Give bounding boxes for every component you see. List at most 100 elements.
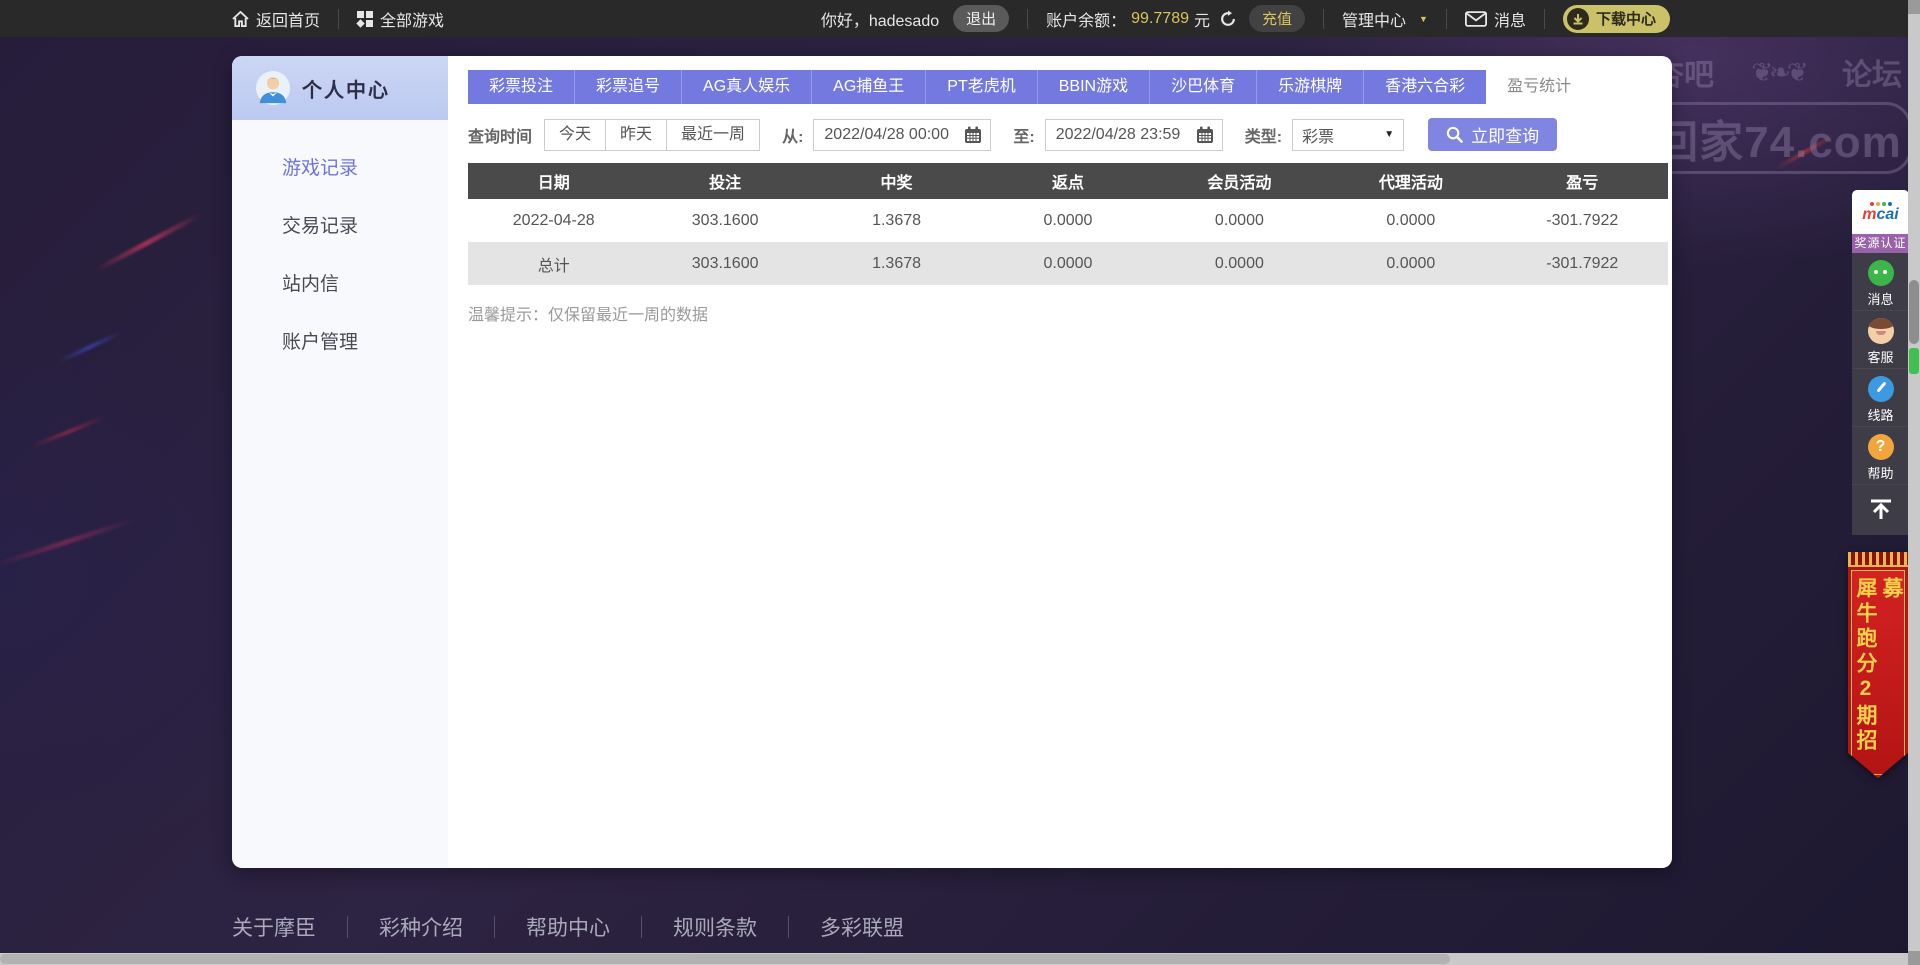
recharge-button[interactable]: 充值 xyxy=(1249,5,1306,32)
quick-range-group: 今天 昨天 最近一周 xyxy=(544,118,761,151)
sidebar: 个人中心 游戏记录 交易记录 站内信 账户管理 xyxy=(232,56,448,868)
customer-service-icon xyxy=(1867,318,1894,344)
type-select[interactable]: 彩票 ▼ xyxy=(1292,118,1405,151)
cell-date: 2022-04-28 xyxy=(468,199,640,242)
vertical-scrollbar-thumb[interactable] xyxy=(1909,280,1919,344)
content-area: 彩票投注 彩票追号 AG真人娱乐 AG捕鱼王 PT老虎机 BBIN游戏 沙巴体育… xyxy=(448,56,1672,868)
refresh-balance-icon[interactable] xyxy=(1219,9,1237,28)
col-header-agent-activity: 代理活动 xyxy=(1325,163,1497,199)
footer-nav: 关于摩臣 彩种介绍 帮助中心 规则条款 多彩联盟 xyxy=(232,912,904,942)
sidebar-item-game-records[interactable]: 游戏记录 xyxy=(232,140,448,198)
tab-saba-sports[interactable]: 沙巴体育 xyxy=(1149,70,1257,104)
chevron-down-icon: ▼ xyxy=(1384,129,1395,140)
calendar-icon xyxy=(965,126,982,143)
footer-divider xyxy=(641,916,642,938)
home-label: 返回首页 xyxy=(256,12,321,30)
tab-leyou-chess[interactable]: 乐游棋牌 xyxy=(1256,70,1364,104)
rail-item-messages[interactable]: 消息 xyxy=(1852,253,1909,311)
balance-value: 99.7789 xyxy=(1131,9,1189,27)
col-header-date: 日期 xyxy=(468,163,640,199)
range-last-week-button[interactable]: 最近一周 xyxy=(666,119,759,150)
cell-agent-activity: 0.0000 xyxy=(1325,199,1497,242)
search-button[interactable]: 立即查询 xyxy=(1428,118,1558,151)
rail-item-lines[interactable]: 线路 xyxy=(1852,369,1909,427)
messages-link[interactable]: 消息 xyxy=(1464,7,1526,31)
scroll-up-arrow[interactable] xyxy=(1908,0,1920,14)
banner-body: 犀牛跑分2期招募 xyxy=(1848,567,1908,778)
col-header-win: 中奖 xyxy=(810,163,983,199)
col-header-profit-loss: 盈亏 xyxy=(1496,163,1668,199)
tab-profit-loss-stats[interactable]: 盈亏统计 xyxy=(1486,70,1593,104)
topbar: 返回首页 全部游戏 你好，hadesado 退出 账户余额： 99.7789 元… xyxy=(0,0,1920,37)
table-row-total: 总计 303.1600 1.3678 0.0000 0.0000 0.0000 … xyxy=(468,242,1668,285)
mail-icon xyxy=(1464,10,1487,27)
decor-streak xyxy=(93,212,203,273)
all-games-label: 全部游戏 xyxy=(380,12,445,30)
rail-stack: 消息 客服 线路 ? 帮助 xyxy=(1852,253,1909,535)
query-toolbar: 查询时间 今天 昨天 最近一周 从: 2022/04/28 00:00 至: 2… xyxy=(468,118,1672,151)
to-date-input[interactable]: 2022/04/28 23:59 xyxy=(1044,118,1223,151)
tab-ag-fishing[interactable]: AG捕鱼王 xyxy=(811,70,926,104)
home-link[interactable]: 返回首页 xyxy=(232,7,320,31)
all-games-link[interactable]: 全部游戏 xyxy=(356,7,445,31)
tab-lottery-chase[interactable]: 彩票追号 xyxy=(574,70,682,104)
tab-lottery-bets[interactable]: 彩票投注 xyxy=(468,70,575,104)
type-select-value: 彩票 xyxy=(1302,128,1335,146)
admin-center-label: 管理中心 xyxy=(1342,12,1407,30)
cell-win: 1.3678 xyxy=(810,199,983,242)
messages-label: 消息 xyxy=(1493,12,1526,30)
download-center-label: 下载中心 xyxy=(1595,11,1656,28)
topbar-divider xyxy=(1027,8,1029,29)
sidebar-title: 个人中心 xyxy=(302,79,390,102)
topbar-divider xyxy=(338,8,340,29)
cert-logo-badge[interactable]: mmcaicai xyxy=(1852,190,1909,234)
sidebar-item-account-management[interactable]: 账户管理 xyxy=(232,314,448,372)
scroll-down-arrow[interactable] xyxy=(1908,951,1920,965)
from-date-input[interactable]: 2022/04/28 00:00 xyxy=(813,118,992,151)
tab-bbin-games[interactable]: BBIN游戏 xyxy=(1036,70,1150,104)
to-date-value: 2022/04/28 23:59 xyxy=(1055,125,1181,143)
col-header-bet: 投注 xyxy=(639,163,811,199)
cert-logo-text: mmcaicai xyxy=(1862,205,1899,223)
footer-link-lottery-intro[interactable]: 彩种介绍 xyxy=(379,912,463,942)
range-yesterday-button[interactable]: 昨天 xyxy=(605,119,666,150)
vertical-scrollbar[interactable] xyxy=(1908,0,1920,965)
grid-icon xyxy=(356,10,374,28)
sidebar-item-transaction-records[interactable]: 交易记录 xyxy=(232,198,448,256)
back-to-top-button[interactable] xyxy=(1852,485,1909,535)
rail-item-label: 客服 xyxy=(1867,350,1894,365)
logout-button[interactable]: 退出 xyxy=(953,5,1010,32)
home-icon xyxy=(232,10,249,27)
tab-ag-live[interactable]: AG真人娱乐 xyxy=(681,70,812,104)
to-label: 至: xyxy=(1013,128,1035,146)
footer-link-help-center[interactable]: 帮助中心 xyxy=(526,912,610,942)
question-icon: ? xyxy=(1867,434,1894,460)
watermark-flourish: ❦❧❦ xyxy=(1751,56,1808,87)
cell-agent-activity: 0.0000 xyxy=(1325,242,1497,285)
horizontal-scrollbar[interactable] xyxy=(0,953,1908,965)
footer-link-rules[interactable]: 规则条款 xyxy=(673,912,757,942)
banner-fringe-decor xyxy=(1848,552,1908,567)
sidebar-item-site-mail[interactable]: 站内信 xyxy=(232,256,448,314)
download-center-button[interactable]: 下载中心 xyxy=(1562,4,1670,33)
footer-link-alliance[interactable]: 多彩联盟 xyxy=(820,912,904,942)
rail-item-customer-service[interactable]: 客服 xyxy=(1852,311,1909,369)
arrow-to-top-icon xyxy=(1870,499,1891,519)
promo-banner[interactable]: 犀牛跑分2期招募 xyxy=(1848,552,1908,778)
tab-hk-mark6[interactable]: 香港六合彩 xyxy=(1363,70,1487,104)
user-greeting: 你好，hadesado xyxy=(820,12,940,30)
col-header-member-activity: 会员活动 xyxy=(1153,163,1326,199)
rail-item-help[interactable]: ? 帮助 xyxy=(1852,427,1909,485)
cell-member-activity: 0.0000 xyxy=(1153,242,1326,285)
record-tabs: 彩票投注 彩票追号 AG真人娱乐 AG捕鱼王 PT老虎机 BBIN游戏 沙巴体育… xyxy=(468,70,1672,104)
cell-rebate: 0.0000 xyxy=(982,199,1154,242)
cell-profit-loss: -301.7922 xyxy=(1496,199,1668,242)
admin-center-menu[interactable]: 管理中心 ▼ xyxy=(1342,7,1428,31)
scrollbar-marker xyxy=(1909,348,1919,374)
tab-pt-slots[interactable]: PT老虎机 xyxy=(925,70,1037,104)
main-panel: 个人中心 游戏记录 交易记录 站内信 账户管理 彩票投注 彩票追号 AG真人娱乐… xyxy=(232,56,1672,868)
profit-loss-table: 日期 投注 中奖 返点 会员活动 代理活动 盈亏 2022-04-28 303.… xyxy=(468,163,1668,285)
range-today-button[interactable]: 今天 xyxy=(545,120,605,150)
horizontal-scrollbar-thumb[interactable] xyxy=(0,954,1450,964)
footer-link-about[interactable]: 关于摩臣 xyxy=(232,912,316,942)
